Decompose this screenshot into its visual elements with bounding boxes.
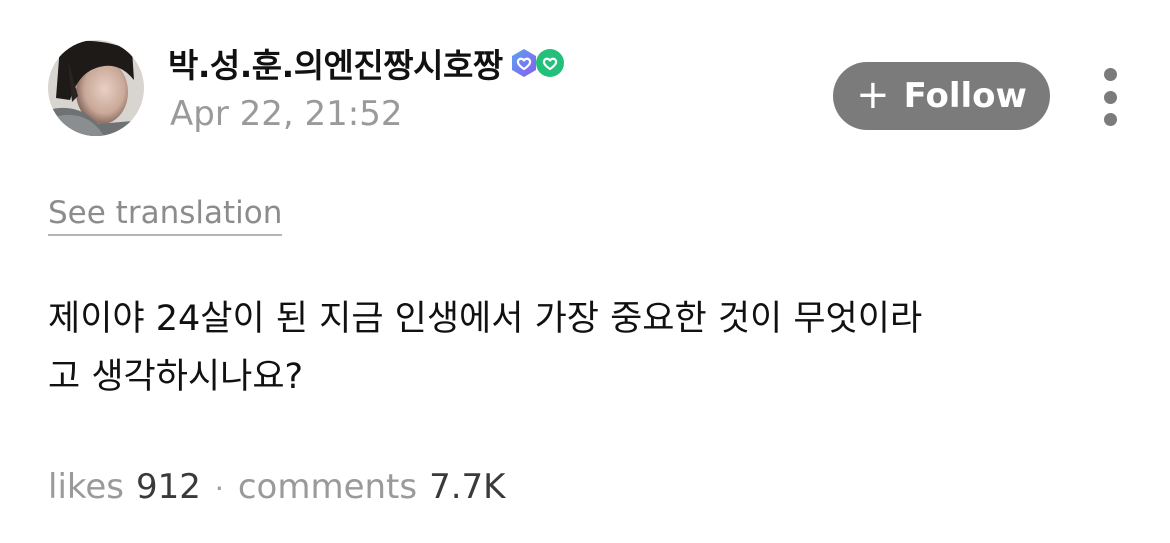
more-options-button[interactable] bbox=[1096, 68, 1124, 126]
follow-button[interactable]: + Follow bbox=[833, 62, 1050, 130]
likes-count[interactable]: 912 bbox=[136, 467, 201, 507]
comments-count[interactable]: 7.7K bbox=[429, 467, 505, 507]
follow-label: Follow bbox=[903, 76, 1027, 116]
more-dot-icon bbox=[1103, 113, 1117, 126]
author-header: 박.성.훈.의엔진짱시호짱 bbox=[168, 38, 565, 88]
post-stats: likes 912 · comments 7.7K bbox=[48, 467, 505, 507]
verified-heart-icon bbox=[535, 49, 564, 77]
likes-label[interactable]: likes bbox=[48, 467, 124, 507]
comments-label[interactable]: comments bbox=[238, 467, 417, 507]
stats-separator: · bbox=[214, 472, 224, 505]
plus-icon: + bbox=[856, 71, 890, 118]
avatar[interactable] bbox=[48, 40, 144, 136]
more-dot-icon bbox=[1103, 90, 1117, 104]
more-dot-icon bbox=[1103, 68, 1117, 81]
username[interactable]: 박.성.훈.의엔진짱시호짱 bbox=[168, 39, 503, 87]
post-text-line: 고 생각하시나요? bbox=[48, 357, 304, 397]
see-translation-link[interactable]: See translation bbox=[48, 195, 283, 236]
post-text-line: 제이야 24살이 된 지금 인생에서 가장 중요한 것이 무엇이라 bbox=[48, 299, 923, 339]
profile-photo-icon bbox=[48, 40, 144, 136]
badges bbox=[509, 48, 565, 78]
post-body: 제이야 24살이 된 지금 인생에서 가장 중요한 것이 무엇이라 고 생각하시… bbox=[48, 290, 1128, 406]
post-timestamp: Apr 22, 21:52 bbox=[170, 94, 403, 134]
